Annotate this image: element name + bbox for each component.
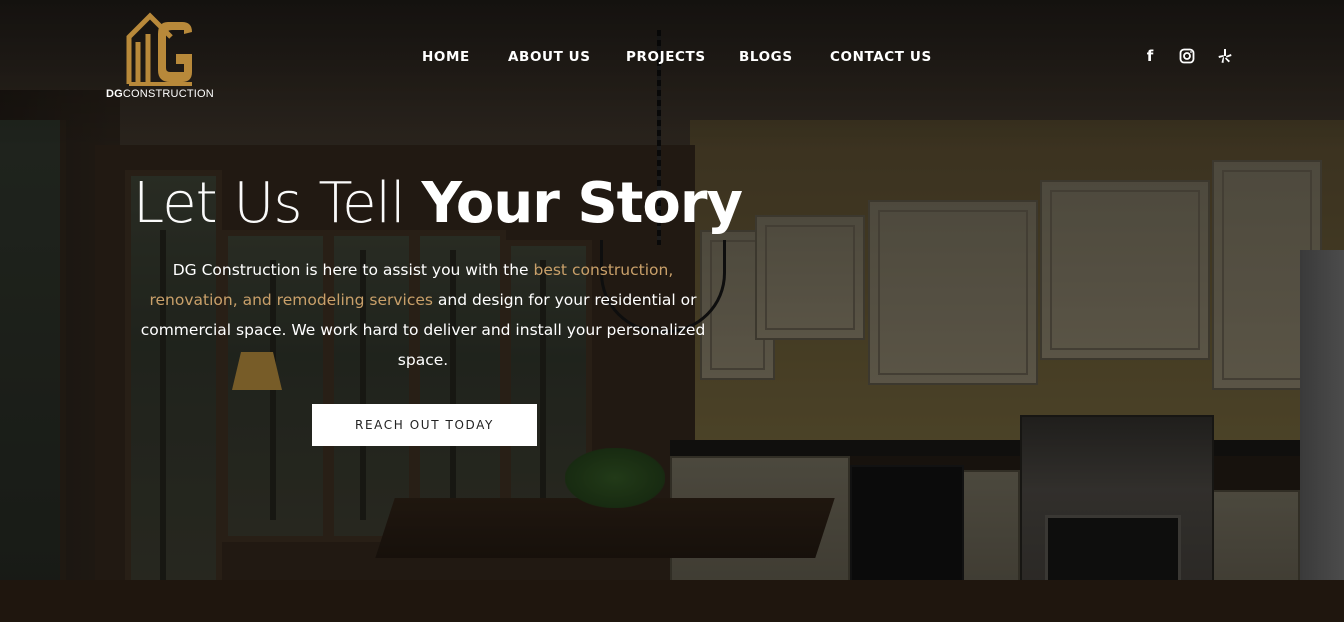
nav-item-blogs[interactable]: BLOGS [739, 47, 793, 67]
nav-item-projects[interactable]: PROJECTS [626, 47, 706, 67]
site-logo[interactable]: DGCONSTRUCTION [106, 12, 218, 104]
hero-headline-bold: Your Story [421, 171, 743, 236]
nav-item-about-us[interactable]: ABOUT US [508, 47, 591, 67]
logo-mark-icon [126, 12, 192, 86]
logo-wordmark-bold: DG [106, 88, 123, 100]
hero-description-part-1: DG Construction is here to assist you wi… [172, 261, 534, 279]
yelp-icon[interactable] [1216, 47, 1234, 65]
nav-item-contact-us[interactable]: CONTACT US [830, 47, 932, 67]
yelp-glyph [1218, 49, 1232, 63]
hero-section: DGCONSTRUCTION HOME ABOUT US PROJECTS BL… [0, 0, 1344, 622]
instagram-glyph [1179, 48, 1195, 64]
reach-out-today-button[interactable]: REACH OUT TODAY [312, 404, 537, 446]
facebook-glyph: f [1146, 47, 1154, 65]
hero-headline-thin: Let Us Tell [133, 171, 422, 236]
logo-wordmark-rest: CONSTRUCTION [122, 88, 214, 100]
hero-description: DG Construction is here to assist you wi… [133, 255, 713, 375]
hero-headline: Let Us Tell Your Story [133, 170, 743, 238]
facebook-icon[interactable]: f [1141, 47, 1159, 65]
nav-item-home[interactable]: HOME [422, 47, 470, 67]
instagram-icon[interactable] [1178, 47, 1196, 65]
logo-wordmark: DGCONSTRUCTION [106, 88, 218, 100]
